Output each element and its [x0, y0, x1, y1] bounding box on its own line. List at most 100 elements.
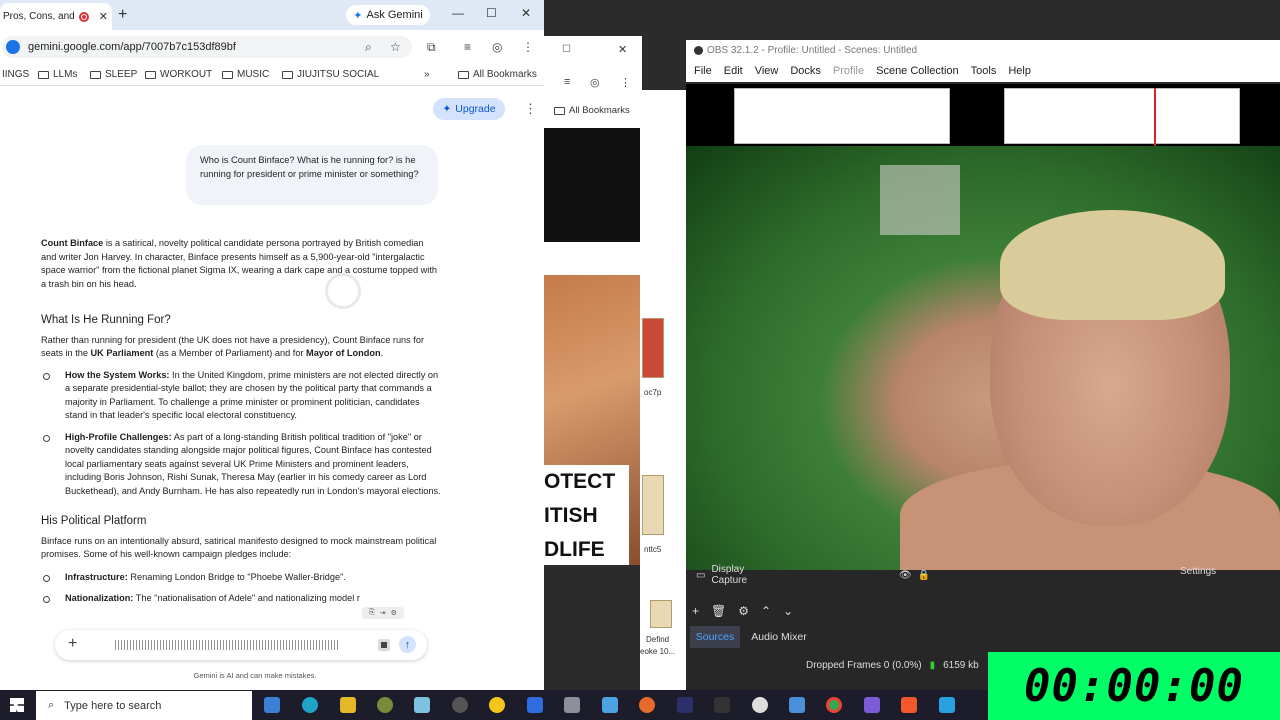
menu-edit[interactable]: Edit	[724, 65, 743, 77]
app-icon[interactable]	[939, 697, 955, 713]
app-icon[interactable]	[377, 697, 393, 713]
extensions-icon[interactable]: ⧉	[427, 40, 436, 55]
app-icon[interactable]	[602, 697, 618, 713]
bookmark-label: LLMs	[53, 69, 78, 80]
menu-help[interactable]: Help	[1008, 65, 1031, 77]
bookmark-folder[interactable]: LLMs	[38, 69, 77, 80]
obs-taskbar-icon[interactable]	[452, 697, 468, 713]
source-properties-icon[interactable]: ⚙	[738, 604, 749, 618]
close-window-icon[interactable]: ✕	[521, 6, 531, 20]
menu-docks[interactable]: Docks	[790, 65, 821, 77]
taskbar-search[interactable]: ⌕ Type here to search	[36, 691, 252, 720]
copy-icon[interactable]: ⎘	[369, 609, 375, 617]
file-explorer-icon[interactable]	[340, 697, 356, 713]
send-button[interactable]: ↑	[399, 636, 416, 653]
photoshop-icon[interactable]	[677, 697, 693, 713]
menu-profile[interactable]: Profile	[833, 65, 864, 77]
settings-button[interactable]: Settings	[1180, 566, 1216, 577]
tab-active[interactable]: Pros, Cons, and ✕	[0, 3, 112, 30]
firefox-icon[interactable]	[639, 697, 655, 713]
brave-icon[interactable]	[901, 697, 917, 713]
chrome-menu-icon[interactable]: ⋮	[620, 76, 631, 89]
desktop-label: Defind	[646, 635, 670, 644]
folder-icon	[554, 106, 565, 115]
document-icon[interactable]	[527, 697, 543, 713]
desktop-file-icon[interactable]	[650, 600, 672, 628]
app-icon[interactable]	[752, 697, 768, 713]
bookmark-star-icon[interactable]: ☆	[390, 40, 401, 54]
all-bookmarks-button[interactable]: All Bookmarks	[458, 69, 537, 80]
visibility-icon[interactable]: 👁	[899, 570, 912, 581]
obs-menu-bar: File Edit View Docks Profile Scene Colle…	[686, 60, 1280, 82]
move-up-icon[interactable]: ⌃	[761, 604, 771, 618]
add-source-icon[interactable]: +	[692, 604, 699, 618]
profile-icon[interactable]: ◎	[492, 40, 502, 54]
lock-icon[interactable]: 🔒	[918, 570, 930, 581]
close-window-icon[interactable]: ✕	[618, 43, 627, 56]
desktop-file-icon[interactable]	[642, 475, 664, 535]
ask-gemini-button[interactable]: ✦ Ask Gemini	[346, 5, 430, 25]
edge-icon[interactable]	[302, 697, 318, 713]
bookmark-label: IINGS	[2, 69, 30, 80]
maximize-icon[interactable]: ☐	[562, 44, 571, 55]
menu-scene-collection[interactable]: Scene Collection	[876, 65, 959, 77]
chrome-menu-icon[interactable]: ⋮	[522, 40, 534, 54]
close-tab-icon[interactable]: ✕	[99, 10, 108, 23]
bookmark-label: SLEEP	[105, 69, 138, 80]
response-content: Count Binface is a satirical, novelty po…	[41, 237, 441, 614]
bookmark-folder[interactable]: JIUJITSU SOCIAL	[282, 69, 379, 80]
app-icon[interactable]	[789, 697, 805, 713]
stop-recording-button[interactable]	[378, 639, 390, 651]
background-browser-window[interactable]: ☐ ✕ ≡ ◎ ⋮ All Bookmarks	[544, 36, 642, 128]
app-icon[interactable]	[864, 697, 880, 713]
more-options-icon[interactable]: ⋮	[524, 101, 537, 117]
app-icon[interactable]	[564, 697, 580, 713]
tab-sources[interactable]: Sources	[690, 626, 740, 648]
preview-capture-right	[1004, 88, 1240, 144]
obs-status-bar: Dropped Frames 0 (0.0%) ▮ 6159 kb	[686, 654, 988, 676]
app-icon[interactable]	[714, 697, 730, 713]
tab-audio-mixer[interactable]: Audio Mixer	[744, 626, 814, 648]
tips-icon[interactable]	[489, 697, 505, 713]
source-item[interactable]: ▭ Display Capture 👁 🔒	[690, 564, 930, 586]
all-bookmarks-button[interactable]: All Bookmarks	[554, 105, 630, 116]
add-attachment-button[interactable]: +	[68, 635, 77, 653]
upgrade-button[interactable]: ✦ Upgrade	[433, 98, 505, 120]
menu-view[interactable]: View	[755, 65, 779, 77]
omnibox[interactable]: gemini.google.com/app/7007b7c153df89bf	[2, 36, 412, 58]
task-view-icon[interactable]	[264, 697, 280, 713]
taskbar-search-placeholder: Type here to search	[64, 699, 162, 712]
desktop-file-icon[interactable]	[642, 318, 664, 378]
chrome-icon[interactable]	[826, 697, 842, 713]
recording-icon	[78, 11, 89, 22]
transform-guide-line	[1154, 88, 1156, 146]
running-bold-1: UK Parliament	[90, 348, 154, 358]
remove-source-icon[interactable]: 🗑	[711, 604, 726, 618]
media-icon[interactable]: ≡	[564, 76, 570, 88]
menu-file[interactable]: File	[694, 65, 712, 77]
obs-title: OBS 32.1.2 - Profile: Untitled - Scenes:…	[707, 44, 918, 56]
share-icon[interactable]: ⇥	[380, 609, 386, 617]
minimize-icon[interactable]: —	[452, 6, 464, 20]
bookmark-item[interactable]: IINGS	[2, 69, 29, 80]
new-tab-button[interactable]: +	[118, 6, 127, 24]
move-down-icon[interactable]: ⌄	[783, 604, 793, 618]
bookmark-folder[interactable]: WORKOUT	[145, 69, 212, 80]
zoom-icon[interactable]: ⌕	[365, 40, 372, 55]
gear-icon[interactable]: ⚙	[391, 609, 397, 617]
profile-icon[interactable]: ◎	[590, 76, 600, 89]
running-text-3: .	[380, 348, 384, 358]
user-prompt-text: Who is Count Binface? What is he running…	[200, 155, 419, 179]
bookmark-folder[interactable]: MUSIC	[222, 69, 269, 80]
maximize-icon[interactable]: ☐	[486, 6, 497, 20]
list-item: High-Profile Challenges: As part of a lo…	[41, 431, 441, 499]
bookmark-folder[interactable]: SLEEP	[90, 69, 137, 80]
transform-distance-label: 217 px	[1158, 110, 1190, 121]
media-icon[interactable]: ≡	[464, 40, 471, 54]
menu-tools[interactable]: Tools	[971, 65, 997, 77]
app-icon[interactable]	[414, 697, 430, 713]
bookmarks-overflow-icon[interactable]: »	[424, 69, 430, 80]
site-info-icon[interactable]	[6, 40, 20, 54]
response-mini-toolbar[interactable]: ⎘ ⇥ ⚙	[362, 607, 404, 619]
recording-timer: 00:00:00	[988, 652, 1280, 720]
